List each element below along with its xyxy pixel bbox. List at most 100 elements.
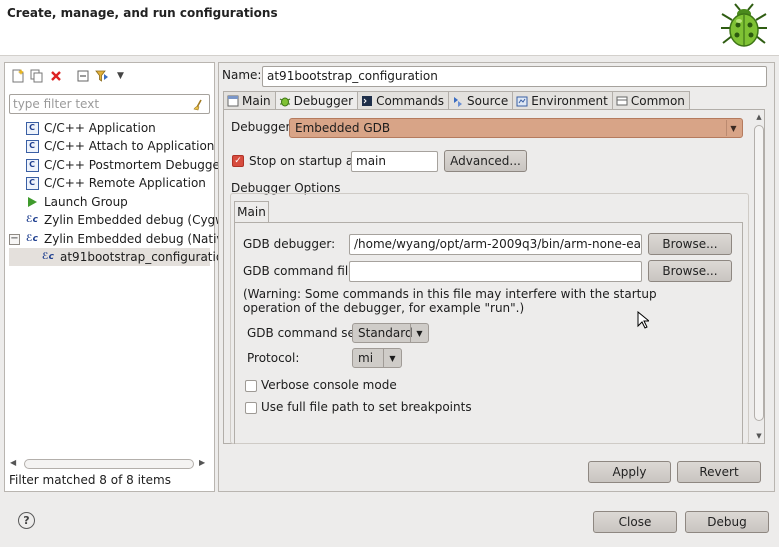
help-icon[interactable]: ? xyxy=(18,512,35,529)
tab-label: Environment xyxy=(531,93,608,108)
tab-common[interactable]: Common xyxy=(611,91,690,109)
tab-label: Source xyxy=(467,93,509,108)
source-tab-icon xyxy=(452,95,464,107)
revert-button[interactable]: Revert xyxy=(677,461,761,483)
tree-toolbar: ▼ xyxy=(10,67,128,85)
tree-item-zylin-cygwin[interactable]: ℰc Zylin Embedded debug (Cygwin) xyxy=(25,211,241,229)
zylin-config-icon: ℰc xyxy=(42,252,54,262)
protocol-select[interactable]: mi ▼ xyxy=(352,348,402,368)
debug-button[interactable]: Debug xyxy=(685,511,769,533)
close-button[interactable]: Close xyxy=(593,511,677,533)
filter-input[interactable] xyxy=(10,95,188,113)
new-configuration-icon[interactable] xyxy=(10,69,25,84)
tree-item-cpp-application[interactable]: C C/C++ Application xyxy=(25,119,156,137)
gdb-command-set-value: Standard xyxy=(358,326,413,340)
tab-main[interactable]: Main xyxy=(223,91,276,109)
scroll-down-icon[interactable]: ▼ xyxy=(753,432,765,442)
tree-item-label: Zylin Embedded debug (Native) xyxy=(44,232,236,246)
scroll-right-icon[interactable]: ▶ xyxy=(199,458,205,467)
verbose-console-label: Verbose console mode xyxy=(261,378,397,392)
view-menu-chevron-down-icon[interactable]: ▼ xyxy=(113,69,128,84)
tab-label: Debugger xyxy=(293,94,354,108)
tree-item-label: C/C++ Attach to Application xyxy=(44,139,215,153)
cpp-attach-icon: C xyxy=(25,139,39,153)
chevron-down-icon: ▼ xyxy=(410,324,428,342)
filter-status-text: Filter matched 8 of 8 items xyxy=(9,473,171,487)
gdb-command-set-select[interactable]: Standard ▼ xyxy=(352,323,429,343)
full-path-breakpoints-label: Use full file path to set breakpoints xyxy=(261,400,472,414)
tree-item-label: C/C++ Remote Application xyxy=(44,176,206,190)
advanced-button[interactable]: Advanced... xyxy=(444,150,527,172)
tab-label: Common xyxy=(630,93,685,108)
tree-item-label: C/C++ Application xyxy=(44,121,156,135)
environment-tab-icon xyxy=(516,95,528,107)
scroll-up-icon[interactable]: ▲ xyxy=(753,113,765,123)
name-input[interactable]: at91bootstrap_configuration xyxy=(262,66,767,87)
main-tab-icon xyxy=(227,95,239,107)
gdb-command-file-input[interactable] xyxy=(349,261,642,282)
debugger-select[interactable]: Embedded GDB ▼ xyxy=(289,118,743,138)
mouse-pointer-icon xyxy=(637,311,649,329)
scroll-thumb[interactable] xyxy=(24,459,194,469)
clear-filter-icon[interactable] xyxy=(192,97,206,111)
configuration-tabs: Main Debugger Commands Source Environmen… xyxy=(223,91,690,110)
dialog-title: Create, manage, and run configurations xyxy=(7,6,278,20)
chevron-down-icon: ▼ xyxy=(383,349,401,367)
scroll-left-icon[interactable]: ◀ xyxy=(10,458,16,467)
tab-source[interactable]: Source xyxy=(448,91,514,109)
editor-vertical-scrollbar[interactable]: ▲ ▼ xyxy=(753,113,765,443)
collapse-toggle-icon[interactable]: − xyxy=(9,233,20,245)
verbose-console-checkbox[interactable] xyxy=(245,380,257,392)
tree-item-launch-group[interactable]: Launch Group xyxy=(25,193,128,211)
cpp-remote-icon: C xyxy=(25,176,39,190)
tab-debugger[interactable]: Debugger xyxy=(274,91,359,110)
zylin-icon: ℰc xyxy=(26,215,38,225)
tree-horizontal-scrollbar[interactable]: ◀ ▶ xyxy=(10,458,209,470)
tab-options-main[interactable]: Main xyxy=(234,201,269,222)
browse-gdb-debugger-button[interactable]: Browse... xyxy=(648,233,732,255)
gdb-debugger-label: GDB debugger: xyxy=(243,237,336,251)
gdb-debugger-input[interactable]: /home/wyang/opt/arm-2009q3/bin/arm-none-… xyxy=(349,234,642,255)
gdb-command-set-label: GDB command set: xyxy=(247,326,364,340)
debugger-tab-bug-icon xyxy=(279,95,291,107)
stop-on-startup-input[interactable]: main xyxy=(351,151,438,172)
debugger-select-value: Embedded GDB xyxy=(295,121,391,135)
duplicate-icon[interactable] xyxy=(29,69,44,84)
protocol-label: Protocol: xyxy=(247,351,300,365)
protocol-value: mi xyxy=(358,351,374,365)
tree-item-label: C/C++ Postmortem Debugger xyxy=(44,158,225,172)
full-path-breakpoints-checkbox[interactable] xyxy=(245,402,257,414)
tree-item-label: at91bootstrap_configuration xyxy=(60,250,231,264)
tab-label: Commands xyxy=(376,93,444,108)
cpp-postmortem-icon: C xyxy=(25,158,39,172)
tab-commands[interactable]: Commands xyxy=(357,91,449,109)
browse-command-file-button[interactable]: Browse... xyxy=(648,260,732,282)
collapse-all-icon[interactable] xyxy=(75,69,90,84)
filter-box xyxy=(9,94,210,114)
scroll-thumb[interactable] xyxy=(754,125,764,421)
tree-item-zylin-native[interactable]: − ℰc Zylin Embedded debug (Native) xyxy=(9,230,236,248)
tree-item-cpp-attach[interactable]: C C/C++ Attach to Application xyxy=(25,137,214,155)
name-label: Name: xyxy=(222,68,262,82)
tab-label: Main xyxy=(242,93,271,108)
cpp-app-icon: C xyxy=(25,121,39,135)
commands-tab-icon xyxy=(361,95,373,107)
launch-group-icon xyxy=(25,195,39,209)
tab-environment[interactable]: Environment xyxy=(512,91,613,109)
debug-bug-icon xyxy=(721,3,767,47)
stop-on-startup-checkbox[interactable]: ✓ xyxy=(232,155,244,167)
gdb-command-file-label: GDB command file: xyxy=(243,264,360,278)
debugger-label: Debugger: xyxy=(231,120,295,134)
zylin-icon: ℰc xyxy=(26,234,38,244)
tree-item-label: Launch Group xyxy=(44,195,128,209)
tree-item-cpp-remote[interactable]: C C/C++ Remote Application xyxy=(25,174,206,192)
tree-item-label: Zylin Embedded debug (Cygwin) xyxy=(44,213,241,227)
chevron-down-icon: ▼ xyxy=(726,120,740,136)
delete-icon[interactable] xyxy=(48,69,63,84)
common-tab-icon xyxy=(616,95,628,107)
stop-on-startup-label: Stop on startup at: xyxy=(249,154,362,168)
tree-item-at91bootstrap-configuration[interactable]: ℰc at91bootstrap_configuration xyxy=(9,248,231,266)
tree-item-cpp-postmortem[interactable]: C C/C++ Postmortem Debugger xyxy=(25,156,225,174)
filter-icon[interactable] xyxy=(94,69,109,84)
apply-button[interactable]: Apply xyxy=(588,461,671,483)
